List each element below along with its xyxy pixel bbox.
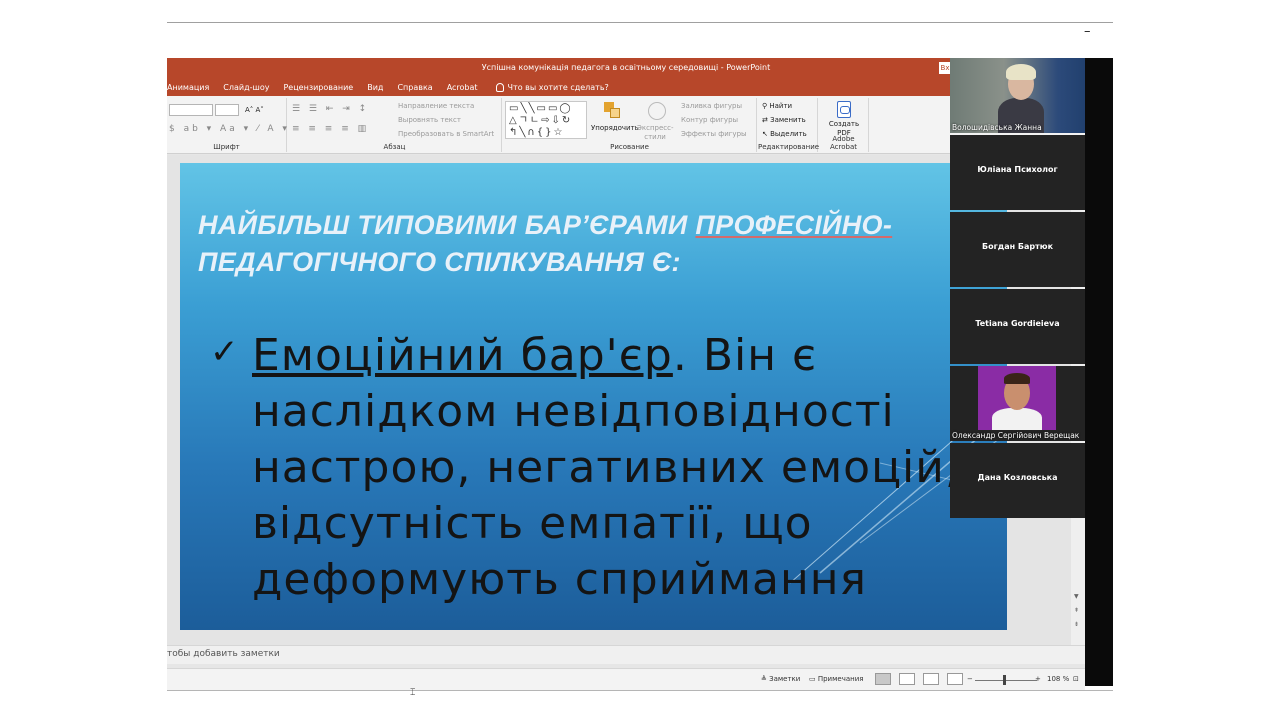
minimize-icon[interactable]: – xyxy=(1084,24,1091,39)
checkmark-icon: ✓ xyxy=(210,332,239,372)
font-size-box[interactable] xyxy=(215,104,239,116)
quick-styles-icon[interactable] xyxy=(648,102,666,120)
find-button[interactable]: ⚲ Найти xyxy=(762,102,792,110)
replace-label: Заменить xyxy=(770,116,806,124)
participant-tile[interactable]: Дана Козловська xyxy=(950,443,1085,518)
participant-tile[interactable]: Tetiana Gordieieva xyxy=(950,289,1085,364)
replace-button[interactable]: ⇄ Заменить xyxy=(762,116,806,124)
tell-me-label: Что вы хотите сделать? xyxy=(507,82,609,92)
slide-title-underlined: ПРОФЕСІЙНО- xyxy=(695,210,893,240)
notes-toggle[interactable]: ≜ Заметки xyxy=(761,675,800,683)
participant-name: Tetiana Gordieieva xyxy=(975,319,1060,328)
paragraph-group-label: Абзац xyxy=(383,143,406,151)
participant-tile[interactable]: Юліана Психолог xyxy=(950,135,1085,210)
align-text[interactable]: Выровнять текст xyxy=(398,116,461,124)
arrange-icon[interactable] xyxy=(604,102,620,118)
status-bar: ≜ Заметки ▭ Примечания − + 108 % ⊡ xyxy=(167,668,1085,690)
slide-editing-area: НАЙБІЛЬШ ТИПОВИМИ БАР’ЄРАМИ ПРОФЕСІЙНО- … xyxy=(167,155,1085,645)
lightbulb-icon xyxy=(495,82,504,92)
shape-outline[interactable]: Контур фигуры xyxy=(681,116,738,124)
arrange-button[interactable]: Упорядочить xyxy=(591,124,639,132)
editing-group: ⚲ Найти ⇄ Заменить ↖ Выделить Редактиров… xyxy=(758,98,820,152)
window-title: Успішна комунікація педагога в освітньом… xyxy=(481,63,771,72)
window-title-bar: Успішна комунікація педагога в освітньом… xyxy=(167,58,1085,78)
ribbon-tabs: Анимация Слайд-шоу Рецензирование Вид Сп… xyxy=(167,78,1085,96)
current-slide[interactable]: НАЙБІЛЬШ ТИПОВИМИ БАР’ЄРАМИ ПРОФЕСІЙНО- … xyxy=(180,163,1007,630)
tab-slideshow[interactable]: Слайд-шоу xyxy=(223,83,269,92)
align-icons[interactable]: ≡ ≡ ≡ ≡ ▥ xyxy=(292,124,369,134)
shape-effects[interactable]: Эффекты фигуры xyxy=(681,130,747,138)
list-icons[interactable]: ☰ ☰ ⇤ ⇥ ↕ xyxy=(292,104,369,114)
font-group: A˄ A˅ $ ab ▾ Aa ▾ ⁄ A ▾ Шрифт xyxy=(167,98,287,152)
bullet-text: Емоційний бар'єр. Він є наслідком невідп… xyxy=(252,328,972,608)
create-pdf-icon[interactable] xyxy=(837,101,851,118)
text-cursor-icon: ⌶ xyxy=(410,688,416,698)
font-name-box[interactable] xyxy=(169,104,213,116)
bullet-term: Емоційний бар'єр xyxy=(252,330,673,381)
slideshow-view-button[interactable] xyxy=(947,673,963,685)
top-divider xyxy=(167,22,1113,23)
slide-title-part1: НАЙБІЛЬШ ТИПОВИМИ БАР’ЄРАМИ xyxy=(198,210,696,240)
participant-tile[interactable]: Олександр Сергійович Верещак xyxy=(950,366,1085,441)
prev-slide-icon[interactable]: ⇞ xyxy=(1074,607,1079,614)
fit-to-window-icon[interactable]: ⊡ xyxy=(1073,675,1079,683)
participant-tile[interactable]: Волошидівська Жанна xyxy=(950,58,1085,133)
zoom-in-icon[interactable]: + xyxy=(1035,675,1041,683)
font-size-controls[interactable]: A˄ A˅ xyxy=(245,106,264,114)
slide-title: НАЙБІЛЬШ ТИПОВИМИ БАР’ЄРАМИ ПРОФЕСІЙНО- … xyxy=(198,207,978,281)
tab-help[interactable]: Справка xyxy=(397,83,432,92)
acrobat-group: Создать PDF Adobe Acrobat xyxy=(819,98,869,152)
participants-panel: Волошидівська Жанна Юліана Психолог Богд… xyxy=(950,58,1085,520)
quick-styles-button[interactable]: Экспресс-стили xyxy=(637,124,674,142)
zoom-level[interactable]: 108 % xyxy=(1047,675,1069,683)
tab-animation[interactable]: Анимация xyxy=(167,83,209,92)
zoom-slider[interactable] xyxy=(975,680,1037,681)
acrobat-group-label: Adobe Acrobat xyxy=(830,135,857,151)
select-button[interactable]: ↖ Выделить xyxy=(762,130,807,138)
slide-sorter-button[interactable] xyxy=(899,673,915,685)
shape-fill[interactable]: Заливка фигуры xyxy=(681,102,742,110)
participant-name: Волошидівська Жанна xyxy=(952,123,1042,132)
participant-tile[interactable]: Богдан Бартюк xyxy=(950,212,1085,287)
paragraph-group: ☰ ☰ ⇤ ⇥ ↕ ≡ ≡ ≡ ≡ ▥ Направление текста В… xyxy=(288,98,502,152)
convert-smartart[interactable]: Преобразовать в SmartArt xyxy=(398,130,494,138)
tab-view[interactable]: Вид xyxy=(367,83,383,92)
drawing-group: ▭╲╲▭▭◯ △ㄱㄴ⇨⇩↻ ↰╲∩{}☆ Упорядочить Экспресс-… xyxy=(503,98,757,152)
next-slide-icon[interactable]: ⇟ xyxy=(1074,621,1079,628)
comments-toggle-label: Примечания xyxy=(817,675,864,683)
notes-pane[interactable]: тобы добавить заметки xyxy=(167,645,1085,664)
zoom-out-icon[interactable]: − xyxy=(967,675,973,683)
font-group-label: Шрифт xyxy=(213,143,240,151)
tab-acrobat[interactable]: Acrobat xyxy=(447,83,478,92)
shapes-gallery[interactable]: ▭╲╲▭▭◯ △ㄱㄴ⇨⇩↻ ↰╲∩{}☆ xyxy=(505,101,587,139)
participant-name: Юліана Психолог xyxy=(977,165,1058,174)
notes-placeholder: тобы добавить заметки xyxy=(167,649,280,659)
editing-group-label: Редактирование xyxy=(758,143,820,151)
ribbon: A˄ A˅ $ ab ▾ Aa ▾ ⁄ A ▾ Шрифт ☰ ☰ ⇤ ⇥ ↕ … xyxy=(167,96,1085,154)
text-direction[interactable]: Направление текста xyxy=(398,102,474,110)
select-label: Выделить xyxy=(770,130,807,138)
find-label: Найти xyxy=(769,102,793,110)
bottom-divider xyxy=(167,690,1113,691)
reading-view-button[interactable] xyxy=(923,673,939,685)
participant-name: Богдан Бартюк xyxy=(981,242,1053,251)
participant-name: Олександр Сергійович Верещак xyxy=(952,431,1080,440)
tell-me-search[interactable]: Что вы хотите сделать? xyxy=(495,82,609,92)
scroll-down-icon[interactable]: ▼ xyxy=(1074,593,1079,600)
participant-video xyxy=(978,366,1056,430)
notes-toggle-label: Заметки xyxy=(769,675,801,683)
participant-video xyxy=(950,58,1085,133)
screen-share-border xyxy=(1085,58,1113,686)
normal-view-button[interactable] xyxy=(875,673,891,685)
drawing-group-label: Рисование xyxy=(610,143,649,151)
font-format-icons[interactable]: $ ab ▾ Aa ▾ ⁄ A ▾ xyxy=(169,124,290,134)
slide-title-line2: ПЕДАГОГІЧНОГО СПІЛКУВАННЯ Є: xyxy=(198,247,681,277)
powerpoint-window: Успішна комунікація педагога в освітньом… xyxy=(167,58,1085,690)
tab-review[interactable]: Рецензирование xyxy=(283,83,353,92)
comments-toggle[interactable]: ▭ Примечания xyxy=(809,675,863,683)
participant-name: Дана Козловська xyxy=(977,473,1058,482)
zoom-slider-thumb[interactable] xyxy=(1003,675,1006,685)
